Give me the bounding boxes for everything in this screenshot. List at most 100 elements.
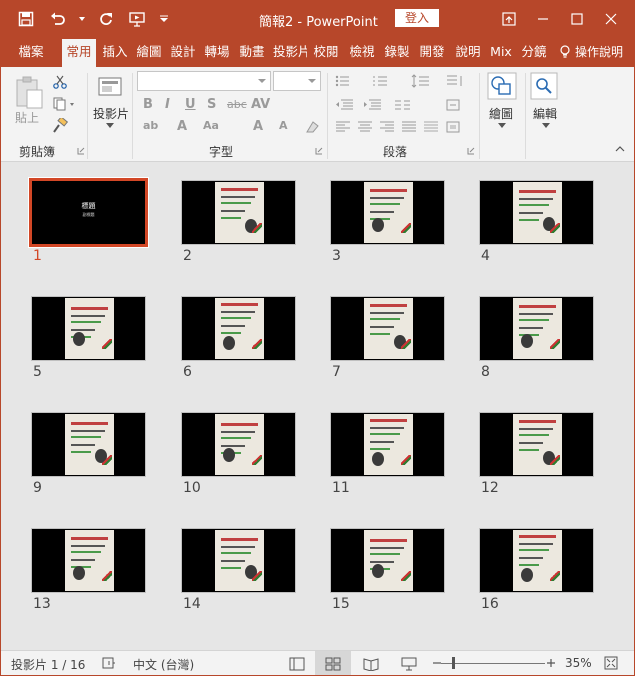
paste-icon[interactable] <box>11 73 47 113</box>
character-spacing-icon[interactable]: AV <box>251 97 270 112</box>
undo-icon[interactable] <box>47 10 69 28</box>
tab-file[interactable]: 檔案 <box>11 37 51 67</box>
slide-thumbnail[interactable] <box>479 528 594 593</box>
distributed-icon[interactable] <box>421 119 441 135</box>
align-left-icon[interactable] <box>333 119 353 135</box>
slide-thumbnail[interactable] <box>181 528 296 593</box>
editing-label[interactable]: 編輯 <box>533 105 557 122</box>
align-right-icon[interactable] <box>377 119 397 135</box>
zoom-level[interactable]: 35% <box>565 656 592 670</box>
close-icon[interactable] <box>594 9 628 29</box>
customize-icon[interactable] <box>159 10 169 28</box>
save-icon[interactable] <box>15 10 37 28</box>
present-icon[interactable] <box>127 10 149 28</box>
reading-view-icon[interactable] <box>353 651 389 675</box>
editing-dropdown-icon[interactable] <box>541 121 551 129</box>
zoom-slider-track[interactable] <box>441 663 545 664</box>
slide-thumbnail[interactable] <box>31 528 146 593</box>
slide-thumbnail[interactable] <box>31 296 146 361</box>
slide-thumbnail[interactable] <box>330 412 445 477</box>
slide-thumbnail[interactable] <box>330 528 445 593</box>
tab-home[interactable]: 常用 <box>62 37 96 67</box>
font-color-icon[interactable]: A <box>177 119 187 134</box>
tab-review[interactable]: 校閱 <box>309 37 343 67</box>
increase-indent-icon[interactable] <box>361 97 385 113</box>
tab-slideshow[interactable]: 投影片 <box>273 37 307 67</box>
tab-record[interactable]: 錄製 <box>380 37 414 67</box>
new-slide-dropdown-icon[interactable] <box>105 121 115 129</box>
font-name-combo[interactable] <box>137 71 271 91</box>
minimize-icon[interactable] <box>526 9 560 29</box>
drawing-dropdown-icon[interactable] <box>497 121 507 129</box>
font-launcher-icon[interactable] <box>315 147 323 155</box>
maximize-icon[interactable] <box>560 9 594 29</box>
decrease-indent-icon[interactable] <box>333 97 357 113</box>
tab-developer[interactable]: 開發 <box>415 37 449 67</box>
fit-to-window-icon[interactable] <box>603 656 619 670</box>
slideshow-view-icon[interactable] <box>391 651 427 675</box>
tab-mix[interactable]: Mix <box>487 37 515 67</box>
tab-help[interactable]: 說明 <box>451 37 485 67</box>
slide-thumbnail[interactable] <box>479 296 594 361</box>
tab-insert[interactable]: 插入 <box>99 37 131 67</box>
slide-sorter[interactable]: 標題 副標題 1 2 3 4 5 6 7 8 9 10 11 12 13 14 15 16 <box>1 162 634 650</box>
undo-dropdown-icon[interactable] <box>79 10 85 28</box>
redo-icon[interactable] <box>95 10 117 28</box>
numbering-icon[interactable] <box>371 73 395 89</box>
slide-thumbnail[interactable]: 標題 副標題 <box>28 177 149 248</box>
tab-storyboard[interactable]: 分鏡 <box>517 37 551 67</box>
bold-icon[interactable]: B <box>143 97 153 112</box>
strikethrough-icon[interactable]: abc <box>227 98 247 111</box>
paragraph-launcher-icon[interactable] <box>467 147 475 155</box>
clear-formatting-icon[interactable] <box>303 119 321 135</box>
clipboard-launcher-icon[interactable] <box>77 147 85 155</box>
tell-me-box[interactable]: 操作說明 <box>559 37 623 67</box>
text-effects-icon[interactable]: ab <box>143 119 158 132</box>
accessibility-icon[interactable] <box>101 656 117 670</box>
underline-icon[interactable]: U <box>185 97 196 112</box>
zoom-slider-thumb[interactable] <box>452 657 455 669</box>
slide-thumbnail[interactable] <box>31 412 146 477</box>
cut-icon[interactable] <box>51 73 69 91</box>
decrease-font-icon[interactable]: A <box>279 119 288 132</box>
tab-animations[interactable]: 動畫 <box>235 37 269 67</box>
new-slide-label[interactable]: 投影片 <box>93 105 129 122</box>
sign-in-button[interactable]: 登入 <box>395 9 439 27</box>
smartart-icon[interactable] <box>443 119 471 135</box>
slide-thumbnail[interactable] <box>330 180 445 245</box>
slide-thumbnail[interactable] <box>181 296 296 361</box>
shadow-icon[interactable]: S <box>207 97 216 112</box>
slide-thumbnail[interactable] <box>181 412 296 477</box>
slide-thumbnail[interactable] <box>479 412 594 477</box>
text-direction-icon[interactable] <box>443 73 471 89</box>
slide-sorter-view-icon[interactable] <box>315 651 351 675</box>
collapse-ribbon-icon[interactable] <box>613 143 627 155</box>
ribbon-display-icon[interactable] <box>492 9 526 29</box>
new-slide-icon[interactable] <box>95 73 125 101</box>
tab-view[interactable]: 檢視 <box>345 37 379 67</box>
normal-view-icon[interactable] <box>279 651 315 675</box>
tab-design[interactable]: 設計 <box>167 37 199 67</box>
slide-thumbnail[interactable] <box>181 180 296 245</box>
slide-thumbnail[interactable] <box>330 296 445 361</box>
line-spacing-icon[interactable] <box>409 73 437 89</box>
increase-font-icon[interactable]: A <box>253 119 263 134</box>
tab-draw[interactable]: 繪圖 <box>133 37 165 67</box>
case-icon[interactable]: Aa <box>203 119 219 132</box>
columns-icon[interactable] <box>391 97 415 113</box>
italic-icon[interactable]: I <box>165 97 170 112</box>
shapes-icon[interactable] <box>485 71 519 101</box>
slide-thumbnail[interactable] <box>479 180 594 245</box>
find-icon[interactable] <box>529 71 559 101</box>
align-text-icon[interactable] <box>443 97 471 113</box>
format-painter-icon[interactable] <box>51 117 69 135</box>
align-center-icon[interactable] <box>355 119 375 135</box>
tab-transitions[interactable]: 轉場 <box>201 37 233 67</box>
drawing-label[interactable]: 繪圖 <box>489 105 513 122</box>
language-indicator[interactable]: 中文 (台灣) <box>133 656 194 673</box>
zoom-in-icon[interactable] <box>543 656 559 670</box>
justify-icon[interactable] <box>399 119 419 135</box>
bullets-icon[interactable] <box>333 73 357 89</box>
font-size-combo[interactable] <box>273 71 321 91</box>
copy-icon[interactable] <box>51 95 79 113</box>
